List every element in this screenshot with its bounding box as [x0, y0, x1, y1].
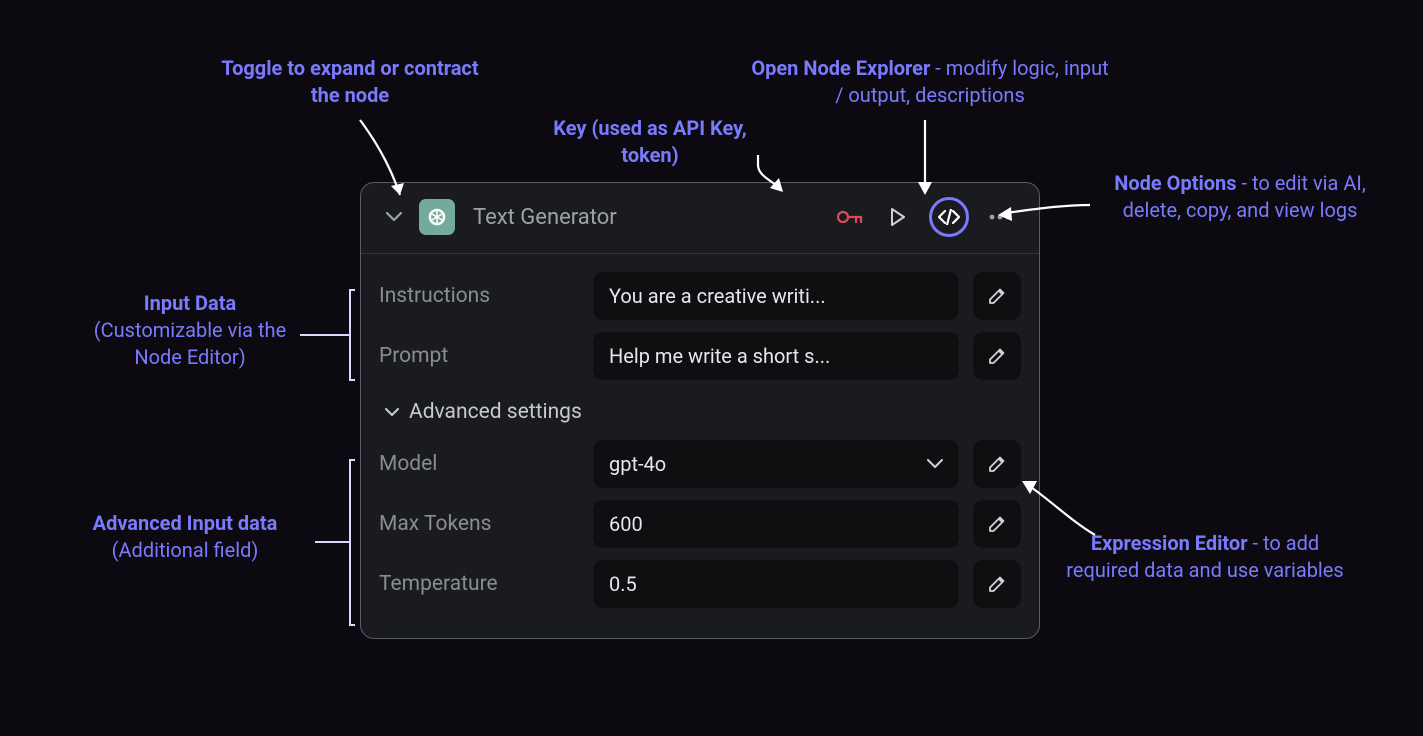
model-edit-button[interactable] — [973, 440, 1021, 488]
prompt-edit-button[interactable] — [973, 332, 1021, 380]
run-button[interactable] — [881, 200, 915, 234]
max-tokens-edit-button[interactable] — [973, 500, 1021, 548]
instructions-field[interactable]: You are a creative writi... — [593, 272, 959, 320]
temperature-value: 0.5 — [609, 572, 637, 596]
toggle-expand-button[interactable] — [383, 206, 405, 228]
instructions-label: Instructions — [379, 284, 579, 308]
prompt-row: Prompt Help me write a short s... — [379, 326, 1021, 386]
node-card: Text Generator — [360, 182, 1040, 639]
node-header: Text Generator — [361, 183, 1039, 254]
chevron-down-icon — [386, 212, 402, 222]
model-value: gpt-4o — [609, 452, 666, 476]
annotation-toggle: Toggle to expand or contract the node — [220, 55, 480, 109]
model-select[interactable]: gpt-4o — [593, 440, 959, 488]
prompt-label: Prompt — [379, 344, 579, 368]
instructions-edit-button[interactable] — [973, 272, 1021, 320]
annotation-input-data: Input Data(Customizable via the Node Edi… — [75, 290, 305, 371]
key-icon — [837, 210, 863, 224]
chevron-down-icon — [385, 408, 399, 417]
node-title: Text Generator — [473, 205, 819, 230]
prompt-value: Help me write a short s... — [609, 344, 830, 368]
advanced-settings-toggle[interactable]: Advanced settings — [379, 386, 1021, 434]
instructions-value: You are a creative writi... — [609, 284, 826, 308]
openai-logo-icon — [419, 199, 455, 235]
annotation-options: Node Options - to edit via AI, delete, c… — [1095, 170, 1385, 224]
temperature-edit-button[interactable] — [973, 560, 1021, 608]
annotation-expr-editor: Expression Editor - to add required data… — [1060, 530, 1350, 584]
pencil-icon — [987, 346, 1007, 366]
instructions-row: Instructions You are a creative writi... — [379, 266, 1021, 326]
temperature-label: Temperature — [379, 572, 579, 596]
model-row: Model gpt-4o — [379, 434, 1021, 494]
advanced-settings-label: Advanced settings — [409, 400, 582, 424]
pencil-icon — [987, 514, 1007, 534]
max-tokens-label: Max Tokens — [379, 512, 579, 536]
max-tokens-field[interactable]: 600 — [593, 500, 959, 548]
annotation-explorer: Open Node Explorer - modify logic, input… — [750, 55, 1110, 109]
play-icon — [890, 208, 906, 226]
more-horizontal-icon — [989, 214, 1011, 220]
api-key-button[interactable] — [833, 200, 867, 234]
temperature-row: Temperature 0.5 — [379, 554, 1021, 614]
node-options-button[interactable] — [983, 200, 1017, 234]
open-node-explorer-button[interactable] — [929, 197, 969, 237]
annotation-key: Key (used as API Key, token) — [540, 115, 760, 169]
pencil-icon — [987, 454, 1007, 474]
annotation-adv-input: Advanced Input data(Additional field) — [55, 510, 315, 564]
node-body: Instructions You are a creative writi...… — [361, 254, 1039, 638]
temperature-field[interactable]: 0.5 — [593, 560, 959, 608]
code-icon — [938, 209, 960, 225]
prompt-field[interactable]: Help me write a short s... — [593, 332, 959, 380]
max-tokens-value: 600 — [609, 512, 643, 536]
pencil-icon — [987, 286, 1007, 306]
max-tokens-row: Max Tokens 600 — [379, 494, 1021, 554]
pencil-icon — [987, 574, 1007, 594]
chevron-down-icon — [927, 459, 943, 469]
model-label: Model — [379, 452, 579, 476]
